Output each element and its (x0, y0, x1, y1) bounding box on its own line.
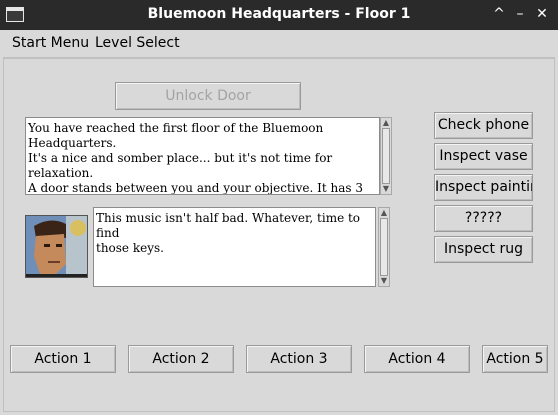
inspect-vase-button[interactable]: Inspect vase (434, 143, 533, 170)
story-text: You have reached the first floor of the … (25, 117, 380, 195)
scroll-down-icon[interactable]: ▼ (379, 276, 389, 286)
action-3-button[interactable]: Action 3 (246, 345, 352, 373)
action-4-button[interactable]: Action 4 (364, 345, 470, 373)
unlock-door-button[interactable]: Unlock Door (115, 82, 301, 110)
close-button[interactable]: ✕ (533, 5, 551, 23)
minimize-button[interactable]: – (511, 5, 529, 23)
action-5-button[interactable]: Action 5 (482, 345, 548, 373)
check-phone-button[interactable]: Check phone (434, 112, 533, 139)
scroll-up-icon[interactable]: ▲ (381, 118, 391, 128)
inspect-painting-button[interactable]: Inspect painting (434, 174, 533, 201)
window-title: Bluemoon Headquarters - Floor 1 (147, 6, 411, 22)
menu-start[interactable]: Start Menu (12, 35, 89, 51)
character-portrait (25, 215, 88, 278)
inspect-rug-button[interactable]: Inspect rug (434, 236, 533, 263)
menu-level-select[interactable]: Level Select (95, 35, 180, 51)
scroll-thumb[interactable] (380, 218, 388, 276)
menu-bar: Start Menu Level Select (3, 30, 555, 58)
story-scrollbar[interactable]: ▲ ▼ (380, 117, 392, 195)
mystery-button[interactable]: ????? (434, 205, 533, 232)
action-2-button[interactable]: Action 2 (128, 345, 234, 373)
scroll-thumb[interactable] (382, 128, 390, 184)
title-bar: Bluemoon Headquarters - Floor 1 ^ – ✕ (0, 0, 558, 30)
dialog-text: This music isn't half bad. Whatever, tim… (93, 207, 376, 287)
scroll-down-icon[interactable]: ▼ (381, 184, 391, 194)
scroll-up-icon[interactable]: ▲ (379, 208, 389, 218)
collapse-button[interactable]: ^ (490, 5, 508, 23)
dialog-scrollbar[interactable]: ▲ ▼ (378, 207, 390, 287)
action-1-button[interactable]: Action 1 (10, 345, 116, 373)
